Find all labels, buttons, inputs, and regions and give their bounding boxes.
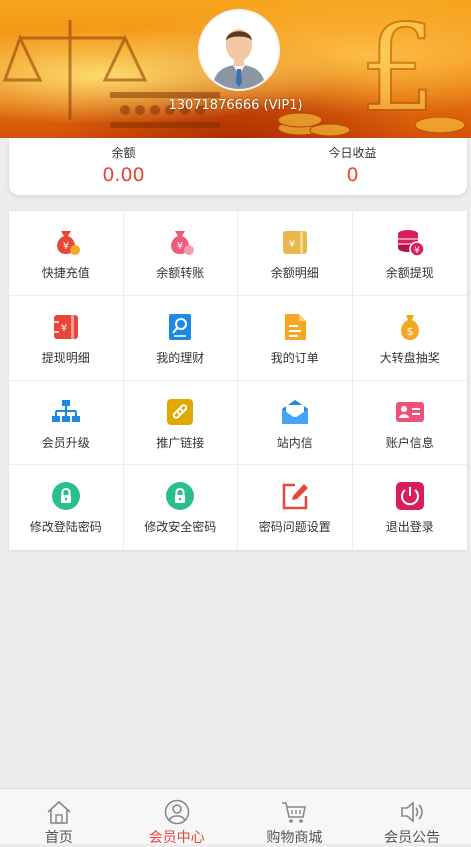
balance-label: 余额 (111, 146, 136, 160)
lock-icon (166, 482, 195, 511)
menu-label: 账户信息 (385, 435, 434, 450)
menu-balance-withdraw[interactable]: ¥ 余额提现 (352, 211, 467, 296)
tab-label: 会员公告 (384, 830, 441, 846)
menu-label: 推广链接 (156, 435, 205, 450)
tab-shopping-mall[interactable]: 购物商城 (236, 789, 354, 847)
menu-change-login-password[interactable]: 修改登陆密码 (9, 465, 124, 550)
power-icon (395, 482, 424, 511)
withdraw-ledger-icon: ¥ (53, 314, 78, 339)
tab-member-notice[interactable]: 会员公告 (353, 789, 471, 847)
menu-label: 余额转账 (156, 266, 205, 280)
home-icon (47, 800, 71, 824)
menu-change-security-password[interactable]: 修改安全密码 (124, 465, 238, 550)
avatar[interactable] (198, 9, 280, 91)
tab-label: 首页 (44, 830, 73, 846)
link-icon (167, 398, 194, 425)
menu-label: 退出登录 (385, 520, 434, 535)
balance-value: 0.00 (102, 164, 145, 186)
income-section: 今日收益 0 (238, 144, 467, 186)
money-bag-icon: ¥ (56, 231, 80, 255)
lock-icon (51, 482, 80, 511)
svg-text:¥: ¥ (61, 323, 67, 334)
menu-label: 修改安全密码 (144, 520, 217, 535)
menu-label: 提现明细 (41, 350, 90, 365)
tab-label: 购物商城 (266, 830, 323, 846)
menu-my-finance[interactable]: 我的理财 (123, 295, 238, 381)
menu-account-info[interactable]: 账户信息 (352, 381, 467, 466)
menu-logout[interactable]: 退出登录 (353, 465, 468, 550)
menu-member-upgrade[interactable]: 会员升级 (9, 380, 124, 466)
envelope-icon (281, 399, 308, 424)
menu-label: 大转盘抽奖 (379, 350, 440, 365)
tab-home[interactable]: 首页 (0, 789, 118, 847)
user-icon (164, 799, 189, 825)
org-chart-icon (51, 399, 80, 422)
balance-card: 余额 0.00 今日收益 0 (9, 138, 467, 195)
menu-balance-transfer[interactable]: ¥ 余额转账 (123, 211, 238, 296)
menu-label: 站内信 (276, 435, 313, 450)
dollar-bag-icon: $ (400, 314, 419, 340)
menu-label: 修改登陆密码 (29, 520, 102, 535)
tab-label: 会员中心 (148, 830, 205, 846)
svg-text:¥: ¥ (289, 239, 295, 250)
menu-label: 会员升级 (41, 435, 90, 450)
profile-banner: £ 13071876666 (VIP1) (0, 0, 471, 138)
svg-text:¥: ¥ (414, 246, 420, 256)
coins-withdraw-icon: ¥ (397, 230, 425, 257)
svg-text:$: $ (406, 325, 413, 338)
menu-label: 余额明细 (270, 266, 319, 280)
menu-promo-link[interactable]: 推广链接 (123, 380, 238, 466)
menu-inbox[interactable]: 站内信 (238, 380, 353, 466)
speaker-icon (401, 801, 423, 823)
menu-label: 我的订单 (270, 350, 319, 365)
svg-text:¥: ¥ (63, 241, 69, 252)
edit-icon (282, 484, 308, 510)
svg-text:£: £ (360, 0, 436, 138)
menu-quick-recharge[interactable]: ¥ 快捷充值 (9, 211, 124, 296)
menu-grid: ¥ 快捷充值 ¥ 余额转账 ¥ 余额明细 ¥ 余额提现 ¥ 提现明细 我的理财 … (9, 211, 467, 550)
finance-search-icon (169, 313, 192, 340)
menu-label: 余额提现 (385, 266, 434, 280)
cart-icon (282, 802, 307, 823)
income-value: 0 (346, 164, 359, 186)
user-avatar-icon (200, 11, 278, 89)
menu-security-question[interactable]: 密码问题设置 (238, 465, 353, 550)
money-bag-transfer-icon: ¥ (171, 231, 195, 255)
menu-withdraw-detail[interactable]: ¥ 提现明细 (9, 295, 124, 381)
menu-label: 密码问题设置 (258, 520, 331, 535)
menu-lucky-wheel[interactable]: $ 大转盘抽奖 (352, 296, 467, 381)
order-document-icon (284, 313, 306, 340)
menu-my-orders[interactable]: 我的订单 (238, 295, 353, 381)
svg-text:¥: ¥ (177, 241, 183, 252)
id-card-icon (395, 401, 424, 422)
user-phone-vip: 13071876666 (VIP1) (168, 98, 303, 113)
balance-section: 余额 0.00 (9, 144, 238, 186)
wallet-ledger-icon: ¥ (282, 231, 307, 254)
menu-label: 快捷充值 (41, 266, 90, 280)
menu-label: 我的理财 (156, 350, 205, 365)
income-label: 今日收益 (328, 146, 377, 160)
menu-balance-detail[interactable]: ¥ 余额明细 (238, 211, 353, 296)
bottom-tab-bar: 首页 会员中心 购物商城 会员公告 (0, 788, 471, 847)
tab-member-center[interactable]: 会员中心 (118, 789, 236, 847)
